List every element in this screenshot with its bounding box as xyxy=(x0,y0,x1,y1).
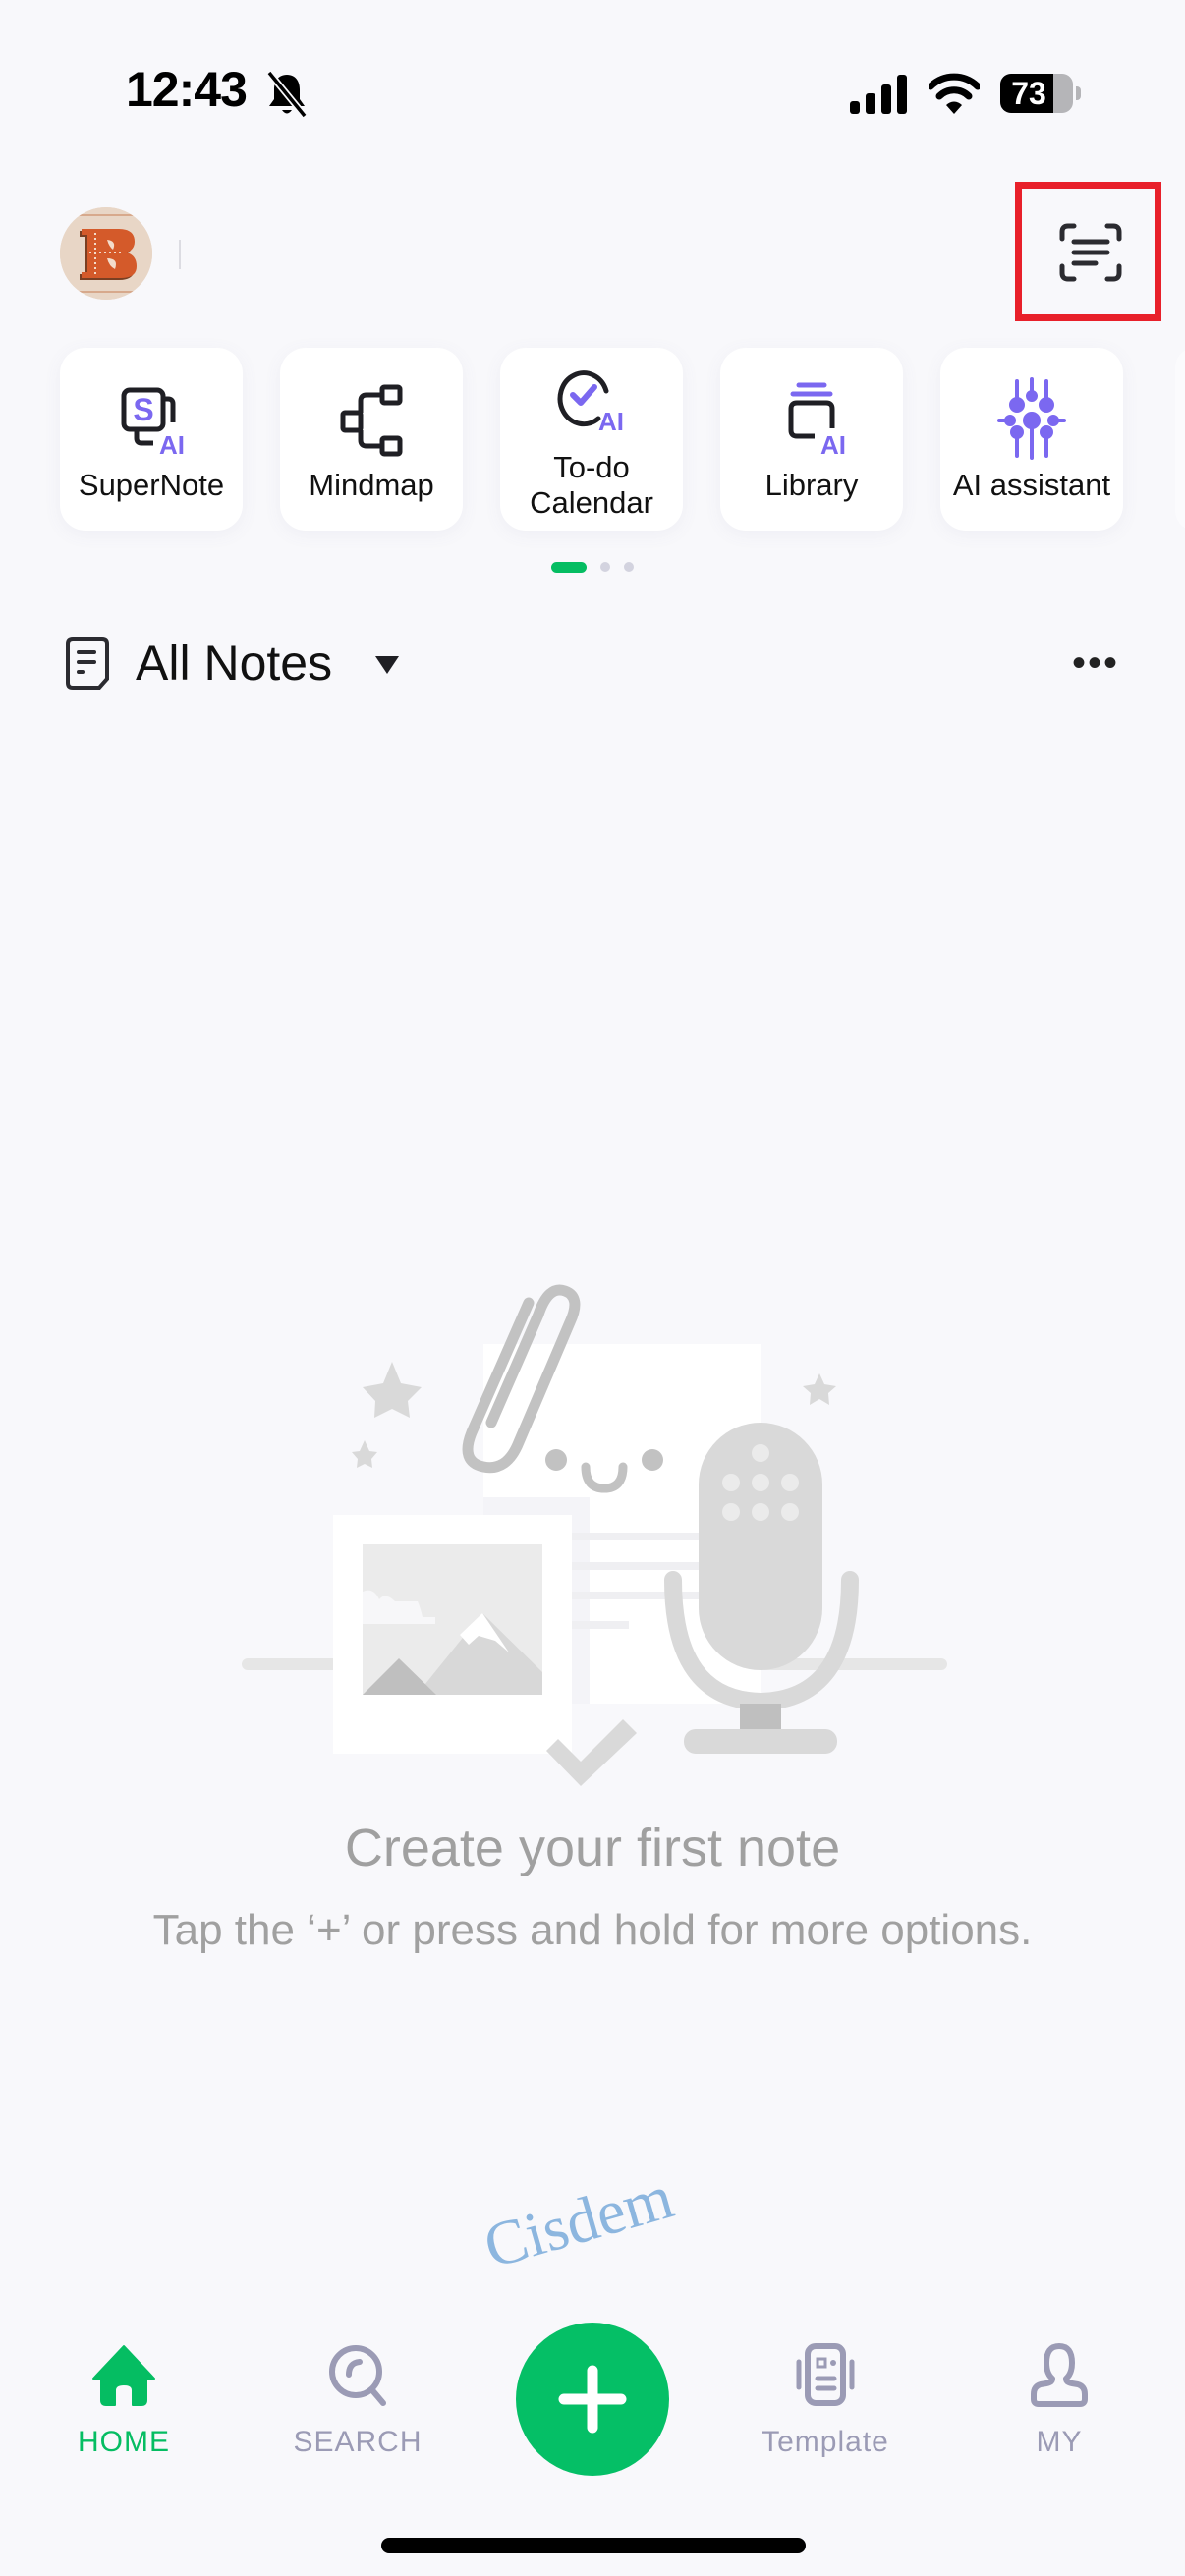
status-time: 12:43 xyxy=(126,62,248,117)
star-icon xyxy=(803,1373,836,1405)
star-icon xyxy=(363,1362,422,1418)
feature-card-label: To-do Calendar xyxy=(500,450,683,521)
feature-card-label: SuperNote xyxy=(78,468,225,502)
notes-document-icon xyxy=(66,637,109,690)
feature-card-next-partial[interactable] xyxy=(1175,348,1185,531)
empty-state-title: Create your first note xyxy=(344,1819,841,1877)
plus-icon xyxy=(558,2365,627,2434)
add-note-button[interactable] xyxy=(516,2323,669,2476)
empty-notes-illustration xyxy=(242,1284,947,1786)
avatar[interactable] xyxy=(60,207,152,300)
feature-card-library[interactable]: AI Library xyxy=(720,348,903,531)
empty-state-subtitle: Tap the ‘+’ or press and hold for more o… xyxy=(152,1906,1033,1954)
caret-down-icon[interactable] xyxy=(373,654,401,676)
svg-text:AI: AI xyxy=(820,430,846,460)
svg-text:S: S xyxy=(133,392,153,427)
feature-card-mindmap[interactable]: Mindmap xyxy=(280,348,463,531)
search-icon xyxy=(329,2345,386,2406)
ai-assistant-icon xyxy=(997,377,1066,460)
nav-label: HOME xyxy=(78,2426,170,2458)
nav-tab-home[interactable]: HOME xyxy=(26,2343,222,2471)
template-icon xyxy=(796,2343,855,2406)
page-dot[interactable] xyxy=(600,562,610,572)
nav-tab-template[interactable]: Template xyxy=(727,2343,924,2471)
home-indicator[interactable] xyxy=(381,2538,806,2553)
supernote-ai-icon: S AI xyxy=(121,387,185,460)
nav-tab-my[interactable]: MY xyxy=(961,2343,1157,2471)
feature-card-ai-assistant[interactable]: AI assistant xyxy=(940,348,1123,531)
todo-check-ai-icon: AI xyxy=(557,370,624,436)
feature-card-label-line1: To-do xyxy=(553,450,630,484)
header-divider xyxy=(179,240,181,269)
avatar-monogram-icon xyxy=(60,207,152,300)
nav-label: SEARCH xyxy=(293,2426,423,2458)
page-dot-active[interactable] xyxy=(551,562,587,573)
more-options-button[interactable]: ••• xyxy=(1061,642,1130,685)
star-icon xyxy=(352,1440,377,1468)
nav-label: MY xyxy=(1036,2426,1083,2458)
feature-card-label-line2: Calendar xyxy=(530,485,653,520)
svg-text:AI: AI xyxy=(159,430,185,460)
watermark-text: Cisdem xyxy=(476,2160,681,2282)
battery-indicator: 73 xyxy=(1000,74,1081,115)
feature-cards-row: S AI SuperNote Mindmap AI To-do Calendar… xyxy=(0,348,1185,531)
library-ai-icon: AI xyxy=(788,382,846,460)
feature-card-supernote[interactable]: S AI SuperNote xyxy=(60,348,243,531)
bell-slash-icon xyxy=(266,70,308,119)
mindmap-icon xyxy=(340,384,403,457)
battery-percent: 73 xyxy=(1011,76,1046,111)
feature-card-label: AI assistant xyxy=(952,468,1111,502)
wifi-icon xyxy=(929,73,980,114)
profile-icon xyxy=(1031,2343,1088,2407)
page-dot[interactable] xyxy=(624,562,634,572)
cellular-signal-icon xyxy=(850,75,907,114)
feature-card-label: Mindmap xyxy=(309,468,434,502)
feature-card-todo-calendar[interactable]: AI To-do Calendar xyxy=(500,348,683,531)
nav-tab-search[interactable]: SEARCH xyxy=(259,2343,456,2471)
nav-label: Template xyxy=(762,2426,889,2458)
home-icon xyxy=(92,2345,155,2406)
svg-text:AI: AI xyxy=(598,407,624,436)
feature-card-label: Library xyxy=(764,468,859,502)
highlight-annotation-box xyxy=(1015,182,1161,321)
notes-section-title[interactable]: All Notes xyxy=(136,635,332,692)
